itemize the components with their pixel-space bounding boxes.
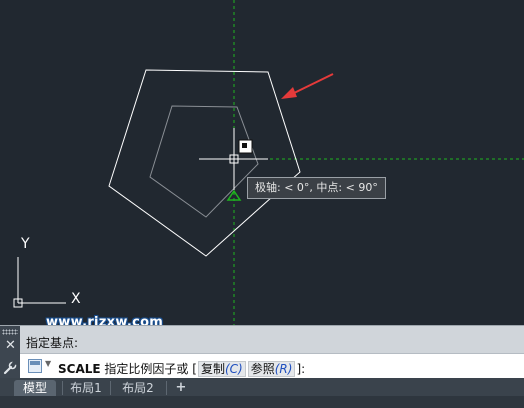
- inner-pentagon[interactable]: [149, 105, 259, 218]
- drawing-svg[interactable]: Y X: [0, 0, 524, 325]
- option-copy[interactable]: 复制(C): [197, 361, 246, 377]
- ucs-x-label: X: [71, 291, 81, 307]
- drag-grip-icon[interactable]: [2, 329, 18, 335]
- prompt-text: 指定比例因子或: [104, 362, 189, 376]
- command-window: ✕ 指定基点: ▼ SCALE 指定比例因子或 [复制(C) 参照(R)]:: [0, 325, 524, 379]
- chevron-down-icon[interactable]: ▼: [45, 359, 51, 368]
- command-name: SCALE: [58, 362, 101, 376]
- command-window-sidebar: ✕: [0, 326, 20, 379]
- ucs-y-label: Y: [20, 236, 30, 252]
- tab-layout2[interactable]: 布局2: [116, 380, 160, 396]
- command-history: 指定基点:: [20, 326, 524, 354]
- polar-tooltip: 极轴: < 0°, 中点: < 90°: [247, 177, 386, 199]
- ucs-icon: [13, 257, 66, 308]
- tab-divider: [110, 381, 111, 395]
- add-layout-button[interactable]: +: [172, 380, 190, 396]
- outer-pentagon[interactable]: [108, 69, 301, 257]
- tab-strip-base: [0, 396, 524, 408]
- red-arrow-icon: [281, 73, 334, 99]
- command-prompt[interactable]: SCALE 指定比例因子或 [复制(C) 参照(R)]:: [58, 360, 305, 377]
- layout-tabs: 模型 布局1 布局2 +: [0, 378, 524, 408]
- command-input-line[interactable]: ▼ SCALE 指定比例因子或 [复制(C) 参照(R)]:: [20, 354, 524, 379]
- option-reference-label: 参照: [250, 362, 275, 376]
- snap-marker-icon: [238, 139, 253, 154]
- close-bracket: ]:: [296, 362, 306, 376]
- tab-model[interactable]: 模型: [14, 380, 56, 396]
- wrench-icon[interactable]: [3, 361, 17, 375]
- tab-divider: [62, 381, 63, 395]
- option-copy-label: 复制: [200, 362, 225, 376]
- drawing-canvas[interactable]: Y X 极轴: < 0°, 中点: < 90°: [0, 0, 524, 325]
- option-reference-key: (R): [274, 362, 293, 376]
- tab-layout1[interactable]: 布局1: [66, 380, 106, 396]
- history-line: 指定基点:: [26, 336, 79, 350]
- option-copy-key: (C): [224, 362, 243, 376]
- option-reference[interactable]: 参照(R): [247, 361, 296, 377]
- close-icon[interactable]: ✕: [4, 339, 17, 352]
- open-bracket: [: [192, 362, 197, 376]
- command-icon[interactable]: [28, 359, 42, 373]
- tab-divider: [166, 381, 167, 395]
